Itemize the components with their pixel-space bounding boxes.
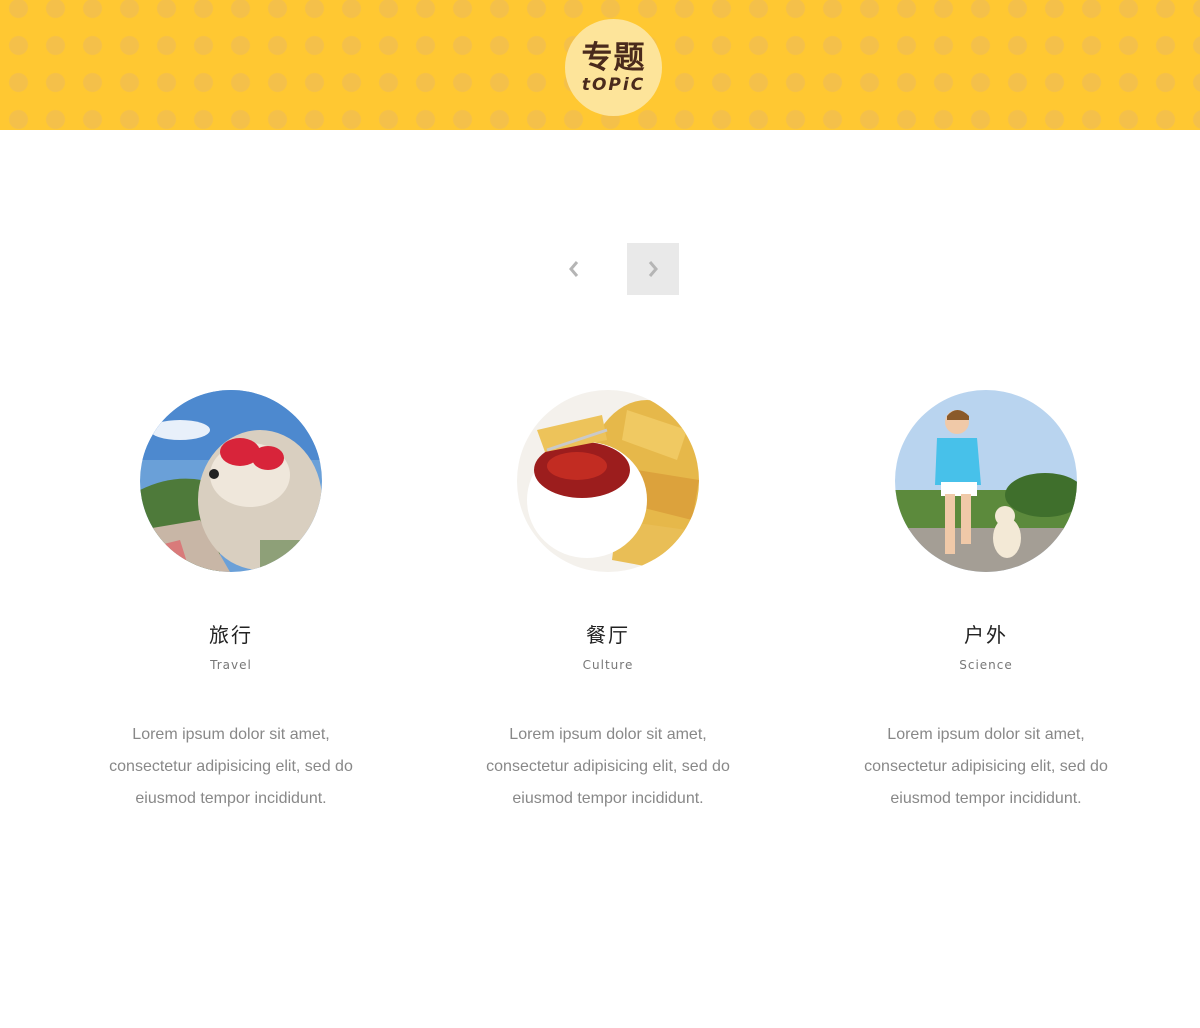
topic-card-culture[interactable]: 餐厅 Culture Lorem ipsum dolor sit amet, c… <box>458 390 758 815</box>
topic-card-travel[interactable]: 旅行 Travel Lorem ipsum dolor sit amet, co… <box>81 390 381 815</box>
topic-badge: 专题 tOPiC <box>565 19 662 116</box>
topic-title[interactable]: 旅行 <box>81 622 381 648</box>
topic-description: Lorem ipsum dolor sit amet, consectetur … <box>486 726 730 807</box>
badge-title-cn: 专题 <box>581 39 646 76</box>
potato-wedges-ketchup-photo <box>517 390 699 572</box>
topic-subtitle: Science <box>959 658 1013 672</box>
woman-running-with-dog-photo <box>895 390 1077 572</box>
topic-image-culture[interactable] <box>517 390 699 572</box>
topic-subtitle: Travel <box>210 658 252 672</box>
topic-banner: 专题 tOPiC <box>0 0 1200 130</box>
topic-title[interactable]: 餐厅 <box>458 622 758 648</box>
topic-description: Lorem ipsum dolor sit amet, consectetur … <box>864 726 1108 807</box>
carousel-next-button[interactable] <box>627 243 679 295</box>
chevron-right-icon <box>648 261 658 277</box>
topic-subtitle: Culture <box>582 658 634 672</box>
topic-card-science[interactable]: 户外 Science Lorem ipsum dolor sit amet, c… <box>836 390 1136 815</box>
topic-description: Lorem ipsum dolor sit amet, consectetur … <box>109 726 353 807</box>
carousel-prev-button[interactable] <box>548 243 600 295</box>
topic-image-travel[interactable] <box>140 390 322 572</box>
topic-title[interactable]: 户外 <box>836 622 1136 648</box>
dog-with-goggles-photo <box>140 390 322 572</box>
topic-image-science[interactable] <box>895 390 1077 572</box>
chevron-left-icon <box>569 261 579 277</box>
badge-title-en: tOPiC <box>581 74 646 95</box>
